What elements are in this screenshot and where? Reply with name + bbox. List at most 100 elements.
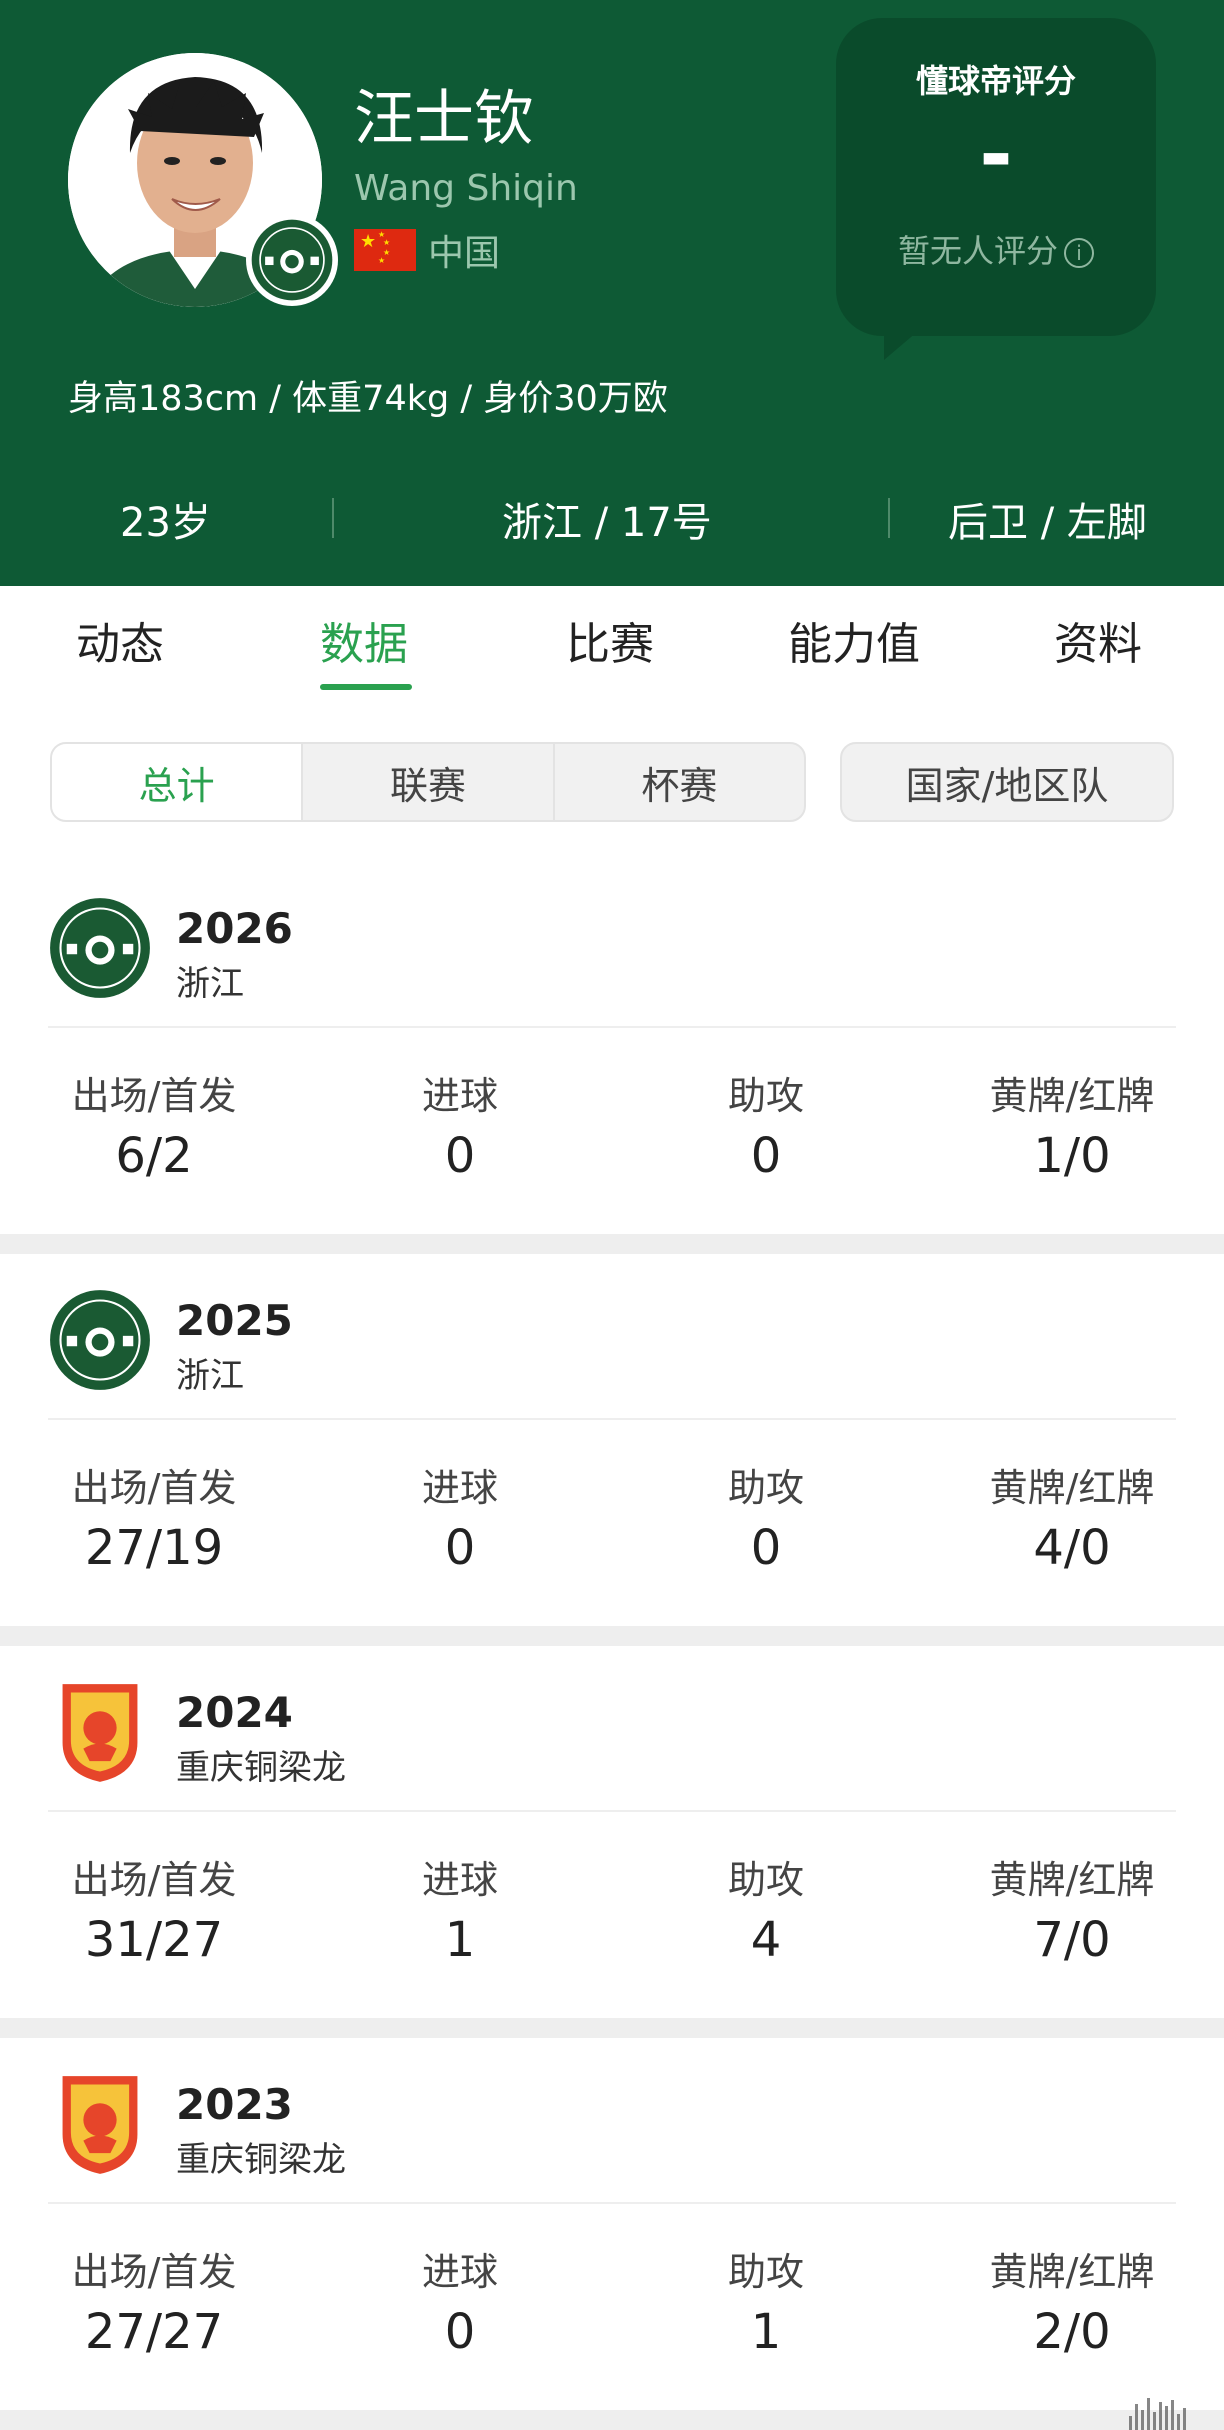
stat-value: 0: [444, 1520, 476, 1576]
stat-assists: 助攻 0: [616, 1464, 916, 1580]
stat-value: 0: [750, 1128, 782, 1184]
section-gap: [0, 2410, 1224, 2430]
club-badge: [246, 214, 338, 306]
stat-goals: 进球 1: [310, 1856, 610, 1972]
stat-label: 助攻: [727, 1466, 804, 1510]
player-body-info: 身高183cm / 体重74kg / 身价30万欧: [68, 379, 668, 419]
stat-value: 27/27: [84, 2304, 224, 2360]
tab-matches[interactable]: 比赛: [566, 608, 654, 672]
tab-ability[interactable]: 能力值: [788, 608, 920, 672]
stat-cards: 黄牌/红牌 1/0: [922, 1072, 1222, 1188]
stat-label: 出场/首发: [71, 1858, 237, 1902]
club-logo: [48, 2072, 152, 2176]
player-club-number: 浙江 / 17号: [502, 500, 712, 546]
club-logo: [48, 896, 152, 1000]
stat-value: 31/27: [84, 1912, 224, 1968]
stat-value: 2/0: [1033, 2304, 1111, 2360]
zhejiang-logo-icon: [50, 1290, 150, 1390]
tab-profile[interactable]: 资料: [1054, 608, 1142, 672]
stat-label: 出场/首发: [71, 1074, 237, 1118]
stat-assists: 助攻 4: [616, 1856, 916, 1972]
section-gap: [0, 1234, 1224, 1254]
rating-card[interactable]: 懂球帝评分 - 暂无人评分 i: [836, 18, 1156, 336]
stat-value: 0: [750, 1520, 782, 1576]
info-icon[interactable]: i: [1064, 238, 1094, 268]
stat-label: 助攻: [727, 2250, 804, 2294]
rating-note-text: 暂无人评分: [897, 232, 1058, 270]
season-club: 浙江: [176, 1356, 244, 1396]
stat-goals: 进球 0: [310, 1464, 610, 1580]
season-year: 2025: [176, 1296, 293, 1345]
nationality-label: 中国: [428, 233, 501, 274]
season-divider: [48, 1026, 1176, 1028]
stat-value: 1/0: [1033, 1128, 1111, 1184]
chongqing-logo-icon: [62, 2076, 138, 2174]
tab-data[interactable]: 数据: [320, 608, 408, 672]
tab-news[interactable]: 动态: [76, 608, 164, 672]
filter-national-team[interactable]: 国家/地区队: [840, 742, 1174, 822]
section-gap: [0, 2018, 1224, 2038]
club-logo: [48, 1680, 152, 1784]
season-card[interactable]: 2025 浙江出场/首发 27/19 进球 0 助攻 0 黄牌/红牌 4/0: [0, 1254, 1224, 1634]
filter-cup[interactable]: 杯赛: [555, 744, 804, 820]
competition-filter: 总计 联赛 杯赛: [50, 742, 806, 822]
meta-divider: [888, 498, 890, 538]
stat-label: 黄牌/红牌: [989, 2250, 1155, 2294]
stat-apps: 出场/首发 31/27: [4, 1856, 304, 1972]
season-card[interactable]: 2024 重庆铜梁龙出场/首发 31/27 进球 1 助攻 4 黄牌/红牌 7/0: [0, 1646, 1224, 2026]
season-club: 浙江: [176, 964, 244, 1004]
stat-goals: 进球 0: [310, 1072, 610, 1188]
stat-value: 0: [444, 1128, 476, 1184]
season-divider: [48, 1418, 1176, 1420]
player-age: 23岁: [120, 500, 211, 546]
watermark-bars: [1129, 2396, 1186, 2430]
stat-value: 27/19: [84, 1520, 224, 1576]
stat-label: 黄牌/红牌: [989, 1466, 1155, 1510]
stat-label: 黄牌/红牌: [989, 1074, 1155, 1118]
season-card[interactable]: 2026 浙江 出场/首发 6/2 进球 0 助攻 0 黄牌/红牌 1/0: [0, 862, 1224, 1242]
china-flag-icon: ★ ★ ★ ★ ★: [354, 229, 416, 271]
stat-cards: 黄牌/红牌 2/0: [922, 2248, 1222, 2364]
stat-value: 1: [444, 1912, 476, 1968]
tab-bar: 动态 数据 比赛 能力值 资料: [0, 586, 1224, 696]
stat-value: 7/0: [1033, 1912, 1111, 1968]
stat-value: 4: [750, 1912, 782, 1968]
player-meta-row: 23岁 浙江 / 17号 后卫 / 左脚: [0, 470, 1224, 560]
meta-divider: [332, 498, 334, 538]
stat-goals: 进球 0: [310, 2248, 610, 2364]
stat-value: 1: [750, 2304, 782, 2360]
stat-label: 助攻: [727, 1858, 804, 1902]
player-header: 汪士钦 Wang Shiqin ★ ★ ★ ★ ★ 中国 懂球帝评分 - 暂无人…: [0, 0, 1224, 586]
nationality: ★ ★ ★ ★ ★ 中国: [354, 228, 500, 274]
club-logo: [48, 1288, 152, 1392]
stat-label: 进球: [421, 1858, 498, 1902]
season-club: 重庆铜梁龙: [176, 1748, 346, 1788]
stat-label: 出场/首发: [71, 1466, 237, 1510]
stat-label: 助攻: [727, 1074, 804, 1118]
season-divider: [48, 2202, 1176, 2204]
chongqing-logo-icon: [62, 1684, 138, 1782]
stat-assists: 助攻 1: [616, 2248, 916, 2364]
season-year: 2023: [176, 2080, 293, 2129]
stat-cards: 黄牌/红牌 7/0: [922, 1856, 1222, 1972]
stat-assists: 助攻 0: [616, 1072, 916, 1188]
section-gap: [0, 1626, 1224, 1646]
stat-cards: 黄牌/红牌 4/0: [922, 1464, 1222, 1580]
player-english-name: Wang Shiqin: [354, 168, 578, 209]
stat-label: 进球: [421, 1074, 498, 1118]
stat-value: 6/2: [115, 1128, 193, 1184]
filter-total[interactable]: 总计: [52, 744, 304, 820]
season-card[interactable]: 2023 重庆铜梁龙 出场/首发 27/27 进球 0 助攻 1 黄牌/红牌 2/0: [0, 2038, 1224, 2418]
zhejiang-logo-icon: [50, 898, 150, 998]
stat-apps: 出场/首发 27/27: [4, 2248, 304, 2364]
active-tab-indicator: [320, 684, 412, 690]
stat-label: 进球: [421, 2250, 498, 2294]
player-name: 汪士钦: [354, 84, 534, 154]
filter-league[interactable]: 联赛: [303, 744, 555, 820]
stat-apps: 出场/首发 27/19: [4, 1464, 304, 1580]
season-year: 2024: [176, 1688, 293, 1737]
stat-apps: 出场/首发 6/2: [4, 1072, 304, 1188]
stat-label: 黄牌/红牌: [989, 1858, 1155, 1902]
stat-label: 出场/首发: [71, 2250, 237, 2294]
player-position-foot: 后卫 / 左脚: [948, 500, 1147, 546]
